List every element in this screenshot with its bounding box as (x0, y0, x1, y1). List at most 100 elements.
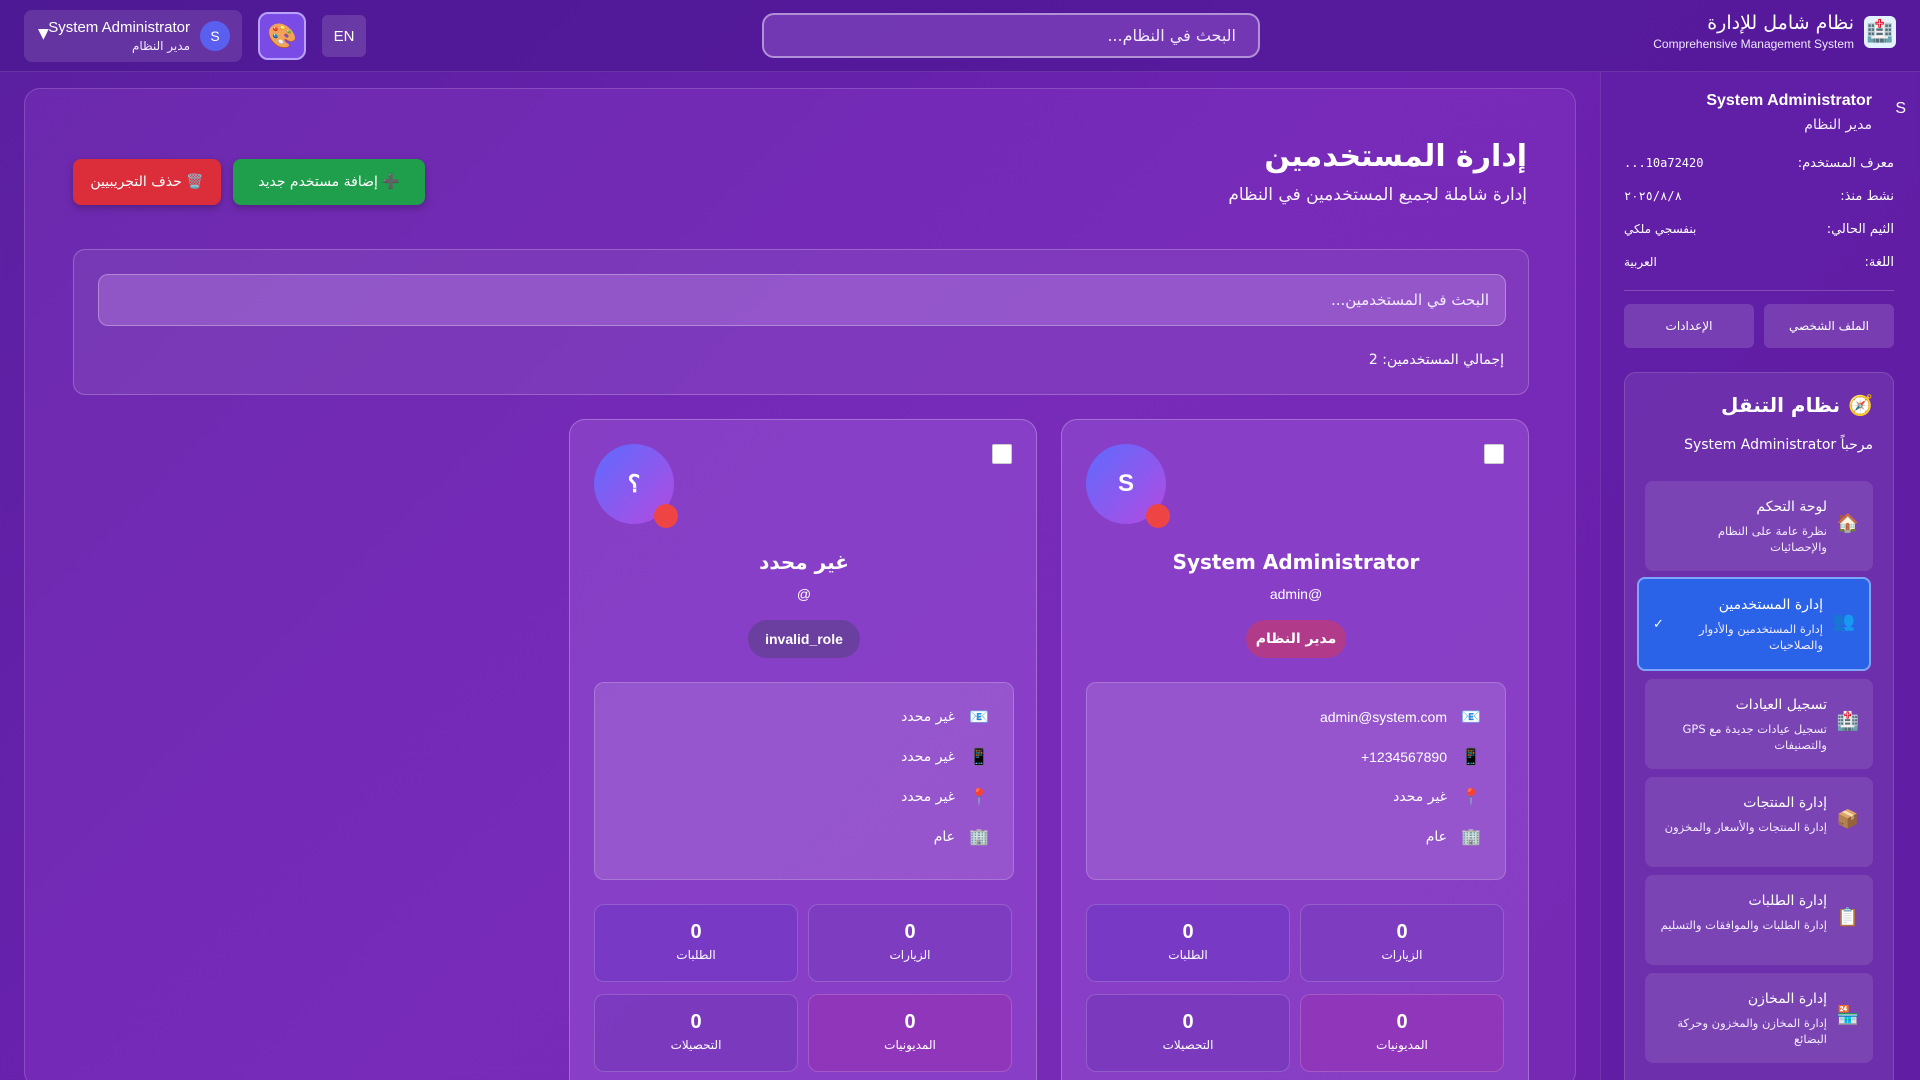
settings-button[interactable]: الإعدادات (1624, 304, 1754, 348)
nav-item-dashboard[interactable]: 🏠 لوحة التحكم نظرة عامة على النظام والإح… (1645, 481, 1873, 571)
stat-value: 0 (904, 1011, 916, 1033)
stat-collections: 0 التحصيلات (1086, 994, 1290, 1072)
detail-department: 🏢 عام (934, 827, 989, 846)
user-menu-button[interactable]: ▼ System Administrator مدير النظام S (24, 10, 242, 62)
role-badge: مدير النظام (1246, 620, 1346, 658)
status-indicator (654, 504, 678, 528)
nav-item-warehouses[interactable]: 🏪 إدارة المخازن إدارة المخازن والمخزون و… (1645, 973, 1873, 1063)
nav-item-desc: نظرة عامة على النظام والإحصائيات (1717, 524, 1827, 554)
detail-value: عام (933, 828, 955, 845)
user-details: 📧 admin@system.com 📱 +1234567890 📍 غير م… (1086, 682, 1506, 880)
nav-item-title: إدارة المخازن (1747, 991, 1827, 1007)
add-user-button[interactable]: ➕ إضافة مستخدم جديد (233, 159, 425, 205)
nav-item-orders[interactable]: 📋 إدارة الطلبات إدارة الطلبات والموافقات… (1645, 875, 1873, 965)
user-search-panel: إجمالي المستخدمين: 2 (73, 249, 1529, 395)
phone-icon: 📱 (1461, 747, 1481, 766)
nav-item-desc: إدارة المستخدمين والأدوار والصلاحيات (1698, 622, 1823, 652)
language-toggle-button[interactable]: EN (322, 15, 366, 57)
info-row-user-id: معرف المستخدم: 10a72420... (1624, 156, 1894, 171)
user-menu-name: System Administrator (48, 19, 190, 36)
divider (1624, 290, 1894, 291)
nav-item-products[interactable]: 📦 إدارة المنتجات إدارة المنتجات والأسعار… (1645, 777, 1873, 867)
info-row-active-since: نشط منذ: ٢٠٢٥/٨/٨ (1624, 189, 1894, 204)
stat-value: 0 (690, 1011, 702, 1033)
global-search-input[interactable] (762, 13, 1260, 58)
nav-item-title: إدارة المستخدمين (1718, 597, 1823, 613)
nav-item-desc: إدارة المنتجات والأسعار والمخزون (1664, 820, 1827, 834)
nav-item-title: إدارة الطلبات (1748, 893, 1827, 909)
home-icon: 🏠 (1836, 513, 1859, 534)
detail-value: admin@system.com (1319, 708, 1447, 725)
info-label: نشط منذ: (1840, 189, 1894, 204)
info-value: بنفسجي ملكي (1624, 222, 1697, 236)
phone-icon: 📱 (969, 747, 989, 766)
stat-value: 0 (1182, 921, 1194, 943)
info-row-language: اللغة: العربية (1624, 255, 1894, 270)
nav-item-title: تسجيل العيادات (1735, 697, 1827, 713)
chevron-down-icon: ▼ (38, 26, 49, 42)
location-pin-icon: 📍 (1461, 787, 1481, 806)
user-search-input[interactable] (98, 274, 1506, 326)
hospital-icon: 🏥 (1836, 711, 1859, 732)
stat-value: 0 (690, 921, 702, 943)
info-label: معرف المستخدم: (1797, 156, 1894, 171)
stat-debts: 0 المديونيات (808, 994, 1012, 1072)
info-value: العربية (1624, 255, 1657, 269)
clipboard-icon: 📋 (1836, 907, 1859, 928)
user-name: System Administrator (1172, 550, 1420, 574)
stat-label: الزيارات (889, 948, 931, 962)
delete-test-users-button[interactable]: 🗑️ حذف التجريبيين (73, 159, 221, 205)
warehouse-icon: 🏪 (1836, 1005, 1859, 1026)
select-user-checkbox[interactable] (1484, 444, 1504, 464)
stat-visits: 0 الزيارات (808, 904, 1012, 982)
package-icon: 📦 (1836, 809, 1859, 830)
stat-label: التحصيلات (670, 1038, 722, 1052)
select-user-checkbox[interactable] (992, 444, 1012, 464)
email-icon: 📧 (1461, 707, 1481, 726)
top-bar: نظام شامل للإدارة Comprehensive Manageme… (0, 0, 1920, 72)
building-icon: 🏢 (969, 827, 989, 846)
stat-collections: 0 التحصيلات (594, 994, 798, 1072)
hospital-icon: 🏥 (1864, 15, 1896, 48)
user-card: S System Administrator admin@ مدير النظا… (1061, 419, 1529, 1080)
detail-location: 📍 غير محدد (1393, 787, 1481, 806)
sidebar: S System Administrator مدير النظام معرف … (1600, 72, 1920, 1080)
user-card: ؟ غير محدد @ invalid_role 📧 غير محدد 📱 غ… (569, 419, 1037, 1080)
stat-label: الطلبات (676, 948, 716, 962)
check-icon: ✓ (1653, 617, 1664, 632)
detail-location: 📍 غير محدد (901, 787, 989, 806)
nav-title: 🧭 نظام التنقل (1721, 393, 1873, 417)
sidebar-user-role: مدير النظام (1804, 117, 1872, 133)
stat-label: المديونيات (1376, 1038, 1428, 1052)
brand: نظام شامل للإدارة Comprehensive Manageme… (1653, 12, 1896, 51)
info-label: اللغة: (1864, 255, 1895, 270)
nav-item-clinic-registration[interactable]: 🏥 تسجيل العيادات تسجيل عيادات جديدة مع G… (1645, 679, 1873, 769)
detail-email: 📧 admin@system.com (1320, 707, 1481, 726)
nav-item-user-management[interactable]: 👥 إدارة المستخدمين إدارة المستخدمين والأ… (1637, 577, 1871, 671)
detail-value: +1234567890 (1360, 748, 1447, 765)
location-pin-icon: 📍 (969, 787, 989, 806)
stat-visits: 0 الزيارات (1300, 904, 1504, 982)
nav-item-title: إدارة المنتجات (1743, 795, 1827, 811)
compass-icon: 🧭 (1848, 393, 1873, 417)
info-value: 10a72420... (1624, 156, 1704, 170)
sidebar-user-name: System Administrator (1706, 92, 1872, 109)
detail-value: عام (1425, 828, 1447, 845)
stat-value: 0 (904, 921, 916, 943)
stat-label: الزيارات (1381, 948, 1423, 962)
nav-item-desc: تسجيل عيادات جديدة مع GPS والتصنيفات (1682, 722, 1827, 752)
user-username: admin@ (1269, 586, 1323, 602)
brand-text: نظام شامل للإدارة Comprehensive Manageme… (1653, 12, 1854, 51)
detail-value: غير محدد (901, 748, 955, 765)
nav-title-text: نظام التنقل (1721, 393, 1841, 417)
detail-value: غير محدد (901, 788, 955, 805)
user-menu-role: مدير النظام (131, 39, 190, 53)
info-row-theme: الثيم الحالي: بنفسجي ملكي (1624, 222, 1894, 237)
page-title: إدارة المستخدمين (1264, 139, 1527, 174)
main-panel: إدارة المستخدمين إدارة شاملة لجميع المست… (24, 88, 1576, 1080)
role-badge: invalid_role (748, 620, 860, 658)
profile-button[interactable]: الملف الشخصي (1764, 304, 1894, 348)
detail-phone: 📱 +1234567890 (1361, 747, 1481, 766)
page-subtitle: إدارة شاملة لجميع المستخدمين في النظام (1228, 185, 1527, 205)
palette-icon[interactable]: 🎨 (258, 12, 306, 60)
